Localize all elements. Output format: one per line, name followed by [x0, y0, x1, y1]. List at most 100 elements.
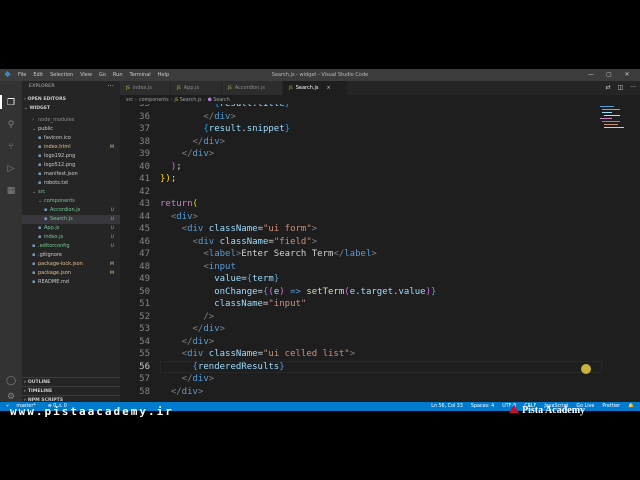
code-token: className [208, 224, 258, 234]
js-file-icon: JS [177, 85, 181, 90]
tree-item[interactable]: ▪ .editorconfig U [22, 242, 120, 251]
code-line[interactable]: 39 </div> [120, 148, 640, 161]
breadcrumb-src[interactable]: src [126, 98, 133, 103]
code-line[interactable]: 48 <input [120, 261, 640, 274]
menu-help[interactable]: Help [158, 69, 169, 81]
notifications-icon[interactable]: 🔔 [628, 402, 634, 411]
code-line[interactable]: 56 {renderedResults} [120, 360, 640, 374]
maximize-icon[interactable]: ▢ [600, 69, 618, 81]
open-editors-section[interactable]: › OPEN EDITORS [24, 97, 66, 102]
menu-go[interactable]: Go [99, 69, 106, 81]
code-line[interactable]: 53 </div> [120, 323, 640, 336]
menu-view[interactable]: View [80, 69, 92, 81]
code-line[interactable]: 57 </div> [120, 373, 640, 386]
code-line[interactable]: 50 onChange={(e) => setTerm(e.target.valu… [120, 286, 640, 299]
explorer-icon[interactable]: ❐ [5, 97, 17, 109]
code-line[interactable]: 55 <div className="ui celled list"> [120, 348, 640, 361]
account-icon[interactable]: ◯ [5, 375, 17, 387]
project-section[interactable]: ⌄ WIDGET [24, 106, 50, 111]
tree-item-label: logo512.png [44, 162, 76, 168]
breadcrumb-file[interactable]: Search.js [180, 98, 202, 103]
tree-item[interactable]: ▪ README.md [22, 278, 120, 287]
tree-item[interactable]: ▪ robots.txt [22, 179, 120, 188]
close-tab-icon[interactable]: × [326, 85, 330, 91]
file-icon: ▪ [32, 261, 36, 267]
tab-accordion-js[interactable]: JS Accordion.js [222, 81, 283, 95]
file-icon: ▪ [32, 243, 36, 249]
cursor-position[interactable]: Ln 56, Col 33 [431, 402, 463, 411]
run-debug-icon[interactable]: ▷ [5, 163, 17, 175]
code-line[interactable]: 45 <div className="ui form"> [120, 223, 640, 236]
git-status-badge: U [110, 244, 114, 249]
code-token: > [311, 224, 318, 234]
code-line[interactable]: 54 </div> [120, 336, 640, 349]
code-line[interactable]: 43 return( [120, 198, 640, 211]
tree-item[interactable]: ▪ Search.js U [22, 215, 120, 224]
extensions-icon[interactable]: ▦ [5, 185, 17, 197]
menu-terminal[interactable]: Terminal [130, 69, 151, 81]
file-icon: ▪ [38, 234, 42, 240]
code-line[interactable]: 46 <div className="field"> [120, 236, 640, 249]
js-file-icon: JS [228, 85, 232, 90]
tree-item[interactable]: ▪ index.js U [22, 233, 120, 242]
tree-item-label: components [44, 198, 75, 204]
breadcrumb-symbol[interactable]: Search [213, 98, 229, 103]
code-editor[interactable]: 35 {result.title} 36 </div> 37 {result.snippe… [120, 104, 640, 402]
tree-item[interactable]: ▪ logo192.png [22, 152, 120, 161]
open-changes-icon[interactable]: ⇄ [606, 81, 611, 95]
code-token: </ [170, 386, 182, 397]
code-line[interactable]: 37 {result.snippet} [120, 123, 640, 136]
search-icon[interactable]: ⚲ [5, 119, 17, 131]
minimap[interactable] [600, 104, 624, 144]
tree-item[interactable]: ⌄ components [22, 197, 120, 206]
code-text: {renderedResults} [193, 361, 285, 374]
tree-item[interactable]: › node_modules [22, 116, 120, 125]
minimize-icon[interactable]: — [582, 69, 600, 81]
menu-edit[interactable]: Edit [33, 69, 43, 81]
code-text: <div className="field"> [193, 236, 318, 249]
tree-item[interactable]: ▪ Accordion.js U [22, 206, 120, 215]
code-line[interactable]: 49 value={term} [120, 273, 640, 286]
code-line[interactable]: 47 <label>Enter Search Term</label> [120, 248, 640, 261]
indentation-status[interactable]: Spaces: 4 [471, 402, 494, 411]
tab-app-js[interactable]: JS App.js [171, 81, 222, 95]
code-line[interactable]: 36 </div> [120, 111, 640, 124]
code-line[interactable]: 51 className="input" [120, 298, 640, 311]
line-number: 48 [139, 261, 150, 272]
tree-item[interactable]: ▪ package.json M [22, 269, 120, 278]
code-line[interactable]: 52 /> [120, 311, 640, 324]
tree-item[interactable]: ▪ logo512.png [22, 161, 120, 170]
tree-item[interactable]: ⌄ public [22, 125, 120, 134]
more-actions-icon[interactable]: ··· [107, 82, 114, 90]
code-line[interactable]: 42 [120, 186, 640, 199]
code-token: result [208, 124, 242, 134]
code-token: > [208, 336, 215, 347]
tree-item-label: README.md [38, 279, 70, 285]
tree-item-label: index.js [44, 234, 64, 240]
tree-item[interactable]: ▪ favicon.ico [22, 134, 120, 143]
tree-item[interactable]: ▪ package-lock.json M [22, 260, 120, 269]
code-line[interactable]: 41}); [120, 173, 640, 186]
tab-search-js[interactable]: JS Search.js × [283, 81, 348, 95]
vertical-scrollbar[interactable] [634, 104, 640, 402]
breadcrumb-components[interactable]: components [139, 98, 169, 103]
more-actions-icon[interactable]: ··· [630, 81, 636, 95]
menu-selection[interactable]: Selection [50, 69, 73, 81]
menu-run[interactable]: Run [113, 69, 123, 81]
code-line[interactable]: 38 </div> [120, 136, 640, 149]
tree-item[interactable]: ▪ App.js U [22, 224, 120, 233]
prettier-status[interactable]: Prettier [602, 402, 620, 411]
tree-item[interactable]: ▪ .gitignore [22, 251, 120, 260]
close-icon[interactable]: ✕ [618, 69, 636, 81]
split-editor-icon[interactable]: ◫ [618, 81, 624, 95]
code-line[interactable]: 44 <div> [120, 211, 640, 224]
source-control-icon[interactable]: ⑂ [5, 141, 17, 153]
menu-file[interactable]: File [18, 69, 26, 81]
code-line[interactable]: 40); [120, 161, 640, 174]
tree-item[interactable]: ⌄ src [22, 188, 120, 197]
tab-index-js[interactable]: JS index.js [120, 81, 171, 95]
code-token: div [192, 149, 209, 159]
tree-item[interactable]: ▪ manifest.json [22, 170, 120, 179]
code-line[interactable]: 58 </div> [120, 386, 640, 399]
tree-item[interactable]: ▪ index.html M [22, 143, 120, 152]
